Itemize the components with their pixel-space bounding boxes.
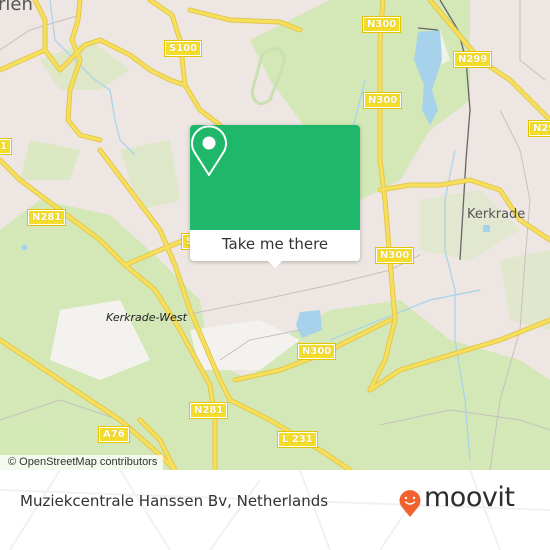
take-me-there-button[interactable]: Take me there — [190, 230, 360, 261]
map-attribution[interactable]: © OpenStreetMap contributors — [0, 455, 164, 470]
road-shield-a76: A76 — [98, 426, 130, 443]
road-shield-n300: N300 — [361, 16, 402, 33]
road-shield-n300: N300 — [362, 92, 403, 109]
road-shield-n300: N300 — [296, 343, 337, 360]
place-label-heerlen: rlen — [0, 0, 33, 15]
place-title: Muziekcentrale Hanssen Bv, Netherlands — [20, 492, 329, 510]
popup-pointer — [267, 260, 283, 268]
location-pin-icon — [191, 125, 227, 176]
place-label-kerkrade-west: Kerkrade-West — [106, 311, 187, 324]
road-shield-n281: N281 — [26, 209, 67, 226]
location-popup[interactable]: Take me there — [190, 125, 360, 268]
map-view[interactable]: rlen Kerkrade Kerkrade-West S100 N300 N3… — [0, 0, 550, 470]
road-shield-n300: N300 — [374, 247, 415, 264]
place-label-kerkrade: Kerkrade — [467, 207, 526, 222]
road-shield-edge: 1 — [0, 138, 12, 155]
footer-bar: Muziekcentrale Hanssen Bv, Netherlands m… — [0, 470, 550, 550]
moovit-pin-icon — [399, 490, 421, 517]
popup-header[interactable] — [190, 125, 360, 230]
road-shield-n299: N299 — [452, 51, 493, 68]
road-shield-n29: N29 — [527, 120, 550, 137]
road-shield-n281: N281 — [188, 402, 229, 419]
road-shield-l231: L 231 — [277, 431, 318, 448]
road-shield-s100: S100 — [163, 40, 203, 57]
moovit-wordmark: moovit — [424, 482, 515, 513]
